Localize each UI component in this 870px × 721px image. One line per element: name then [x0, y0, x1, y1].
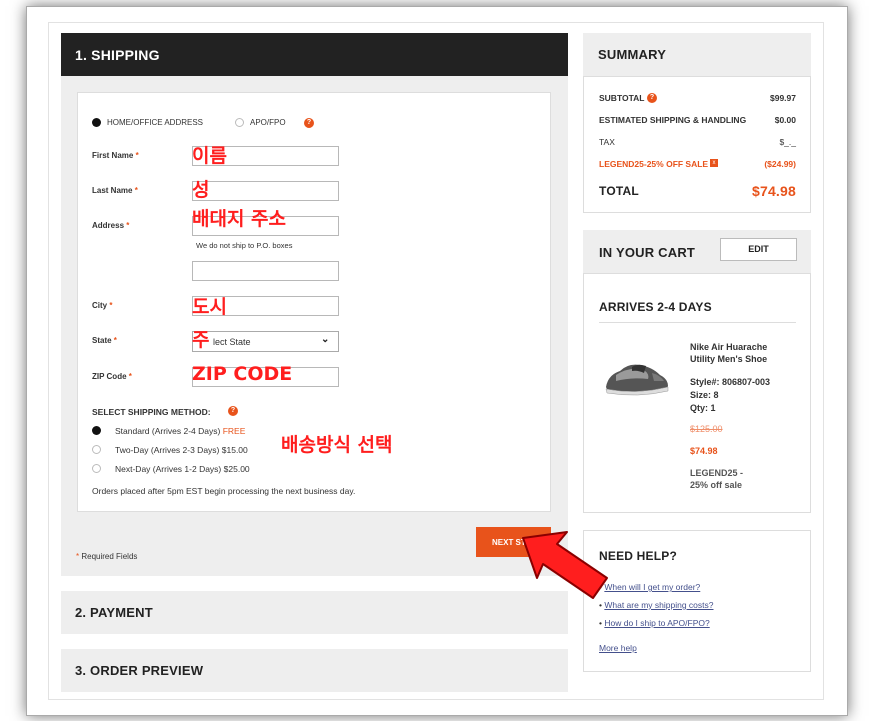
- shipping-method-label: Two-Day (Arrives 2-3 Days) $15.00: [115, 445, 248, 455]
- arrival-estimate: ARRIVES 2-4 DAYS: [599, 300, 712, 314]
- shipping-method-label: Standard (Arrives 2-4 Days) FREE: [115, 426, 246, 436]
- address-note: We do not ship to P.O. boxes: [196, 241, 293, 250]
- promo-note: LEGEND25 -25% off sale: [690, 468, 744, 490]
- edit-cart-button[interactable]: EDIT: [720, 238, 797, 261]
- divider: [599, 322, 796, 323]
- required-fields-note: * Required Fields: [76, 552, 138, 561]
- pointer-arrow-icon: [515, 528, 635, 606]
- product-name[interactable]: Nike Air Huarache Utility Men's Shoe: [690, 341, 767, 365]
- apo-fpo-label: APO/FPO: [250, 118, 286, 127]
- promo-value: ($24.99): [764, 159, 796, 169]
- order-preview-section-header[interactable]: 3. ORDER PREVIEW: [61, 649, 568, 692]
- payment-section-header[interactable]: 2. PAYMENT: [61, 591, 568, 634]
- shipping-handling-value: $0.00: [774, 115, 796, 125]
- home-address-radio[interactable]: [92, 118, 101, 127]
- annotation-last-name: 성: [192, 179, 210, 201]
- promo-label: LEGEND25-25% OFF SALE: [599, 159, 709, 169]
- city-label: City *: [92, 301, 113, 310]
- subtotal-label: SUBTOTAL: [599, 93, 645, 103]
- address-label: Address *: [92, 221, 130, 230]
- tax-value: $_._: [779, 137, 796, 147]
- annotation-state: 주: [192, 329, 210, 351]
- product-image[interactable]: [602, 355, 672, 400]
- help-icon[interactable]: ?: [647, 93, 657, 103]
- annotation-address: 배대지 주소: [192, 208, 287, 230]
- annotation-shipping-method: 배송방식 선택: [281, 434, 393, 456]
- annotation-first-name: 이름: [192, 145, 227, 167]
- summary-header: SUMMARY: [583, 33, 811, 76]
- shipping-method-radio[interactable]: [92, 445, 101, 454]
- first-name-label: First Name *: [92, 151, 139, 160]
- total-value: $74.98: [751, 183, 796, 199]
- processing-note: Orders placed after 5pm EST begin proces…: [92, 486, 356, 496]
- state-label: State *: [92, 336, 117, 345]
- product-details: Style#: 806807-003 Size: 8 Qty: 1: [690, 377, 771, 413]
- home-address-label: HOME/OFFICE ADDRESS: [107, 118, 204, 127]
- subtotal-value: $99.97: [770, 93, 796, 103]
- annotation-zip: ZIP CODE: [192, 363, 293, 385]
- sale-price: $74.98: [690, 446, 718, 456]
- shipping-handling-label: ESTIMATED SHIPPING & HANDLING: [599, 115, 747, 125]
- chevron-down-icon: ⌄: [321, 334, 330, 345]
- remove-promo-icon[interactable]: x: [710, 159, 718, 167]
- last-name-label: Last Name *: [92, 186, 138, 195]
- shipping-section-header[interactable]: 1. SHIPPING: [61, 33, 568, 76]
- help-icon[interactable]: ?: [228, 406, 238, 416]
- shipping-method-label: Next-Day (Arrives 1-2 Days) $25.00: [115, 464, 250, 474]
- help-link[interactable]: • How do I ship to APO/FPO?: [599, 614, 714, 632]
- state-select[interactable]: lect State ⌄: [192, 331, 339, 352]
- annotation-city: 도시: [192, 296, 227, 318]
- tax-label: TAX: [599, 137, 615, 147]
- zip-label: ZIP Code *: [92, 372, 132, 381]
- apo-fpo-radio[interactable]: [235, 118, 244, 127]
- more-help-link[interactable]: More help: [599, 643, 637, 653]
- original-price: $125.00: [690, 424, 723, 434]
- address-line2-field[interactable]: [192, 261, 339, 281]
- shipping-method-radio[interactable]: [92, 464, 101, 473]
- cart-header: IN YOUR CART: [599, 245, 696, 260]
- total-label: TOTAL: [599, 184, 639, 198]
- help-icon[interactable]: ?: [304, 118, 314, 128]
- shipping-method-radio[interactable]: [92, 426, 101, 435]
- last-name-field[interactable]: [192, 181, 339, 201]
- state-select-value: lect State: [213, 337, 251, 347]
- shipping-method-title: SELECT SHIPPING METHOD:: [92, 407, 211, 417]
